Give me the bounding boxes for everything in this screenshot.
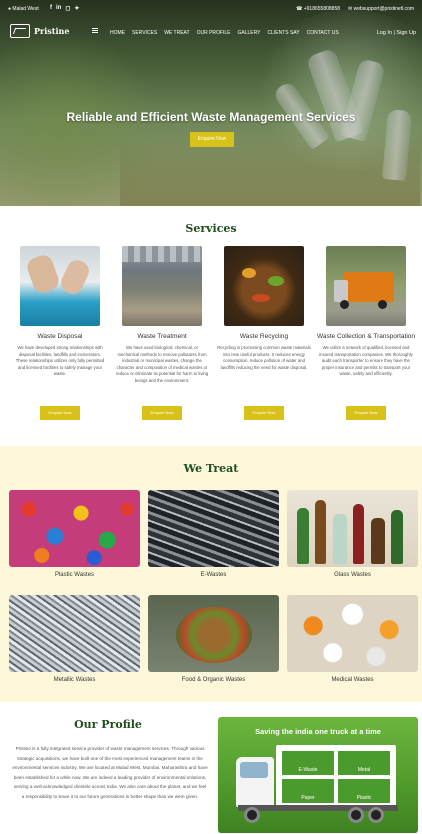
- waste-recycling-image: [224, 246, 304, 326]
- banner-caption: Saving the india one truck at a time: [255, 727, 381, 736]
- truck-wheel-shape: [244, 807, 260, 823]
- social-links: f in ◻ ✦: [50, 5, 79, 12]
- service-name: Waste Recycling: [239, 333, 289, 340]
- truck-label-ewaste: E-Waste: [282, 751, 334, 775]
- treat-item[interactable]: Medical Wastes: [287, 595, 418, 683]
- phone-link[interactable]: ☎ +918655808858: [296, 6, 340, 12]
- treat-label: Metallic Wastes: [53, 677, 96, 683]
- service-description: We have developed strong relationships w…: [15, 345, 105, 376]
- top-bar: ● Malad West f in ◻ ✦ ☎ +918655808858 ✉ …: [0, 0, 422, 18]
- treat-item[interactable]: Plastic Wastes: [9, 490, 140, 578]
- profile-title: Our Profile: [74, 718, 142, 731]
- service-description: We utilize a network of qualified, licen…: [319, 345, 413, 376]
- treat-label: Medical Wastes: [331, 677, 374, 683]
- profile-description: Pristine is a fully integrated service p…: [12, 746, 208, 799]
- waste-treatment-image: [122, 246, 202, 326]
- logo[interactable]: Pristine: [10, 24, 69, 38]
- nav-item-services[interactable]: SERVICES: [132, 30, 157, 36]
- glass-wastes-image: [287, 490, 418, 567]
- service-description: We have used biological, chemical, or me…: [115, 345, 209, 383]
- location-text: Malad West: [12, 6, 39, 12]
- treat-item[interactable]: E-Wastes: [148, 490, 279, 578]
- treat-item[interactable]: Metallic Wastes: [9, 595, 140, 683]
- service-name: Waste Disposal: [37, 333, 83, 340]
- nav-item-home[interactable]: HOME: [110, 30, 125, 36]
- hero-banner: ● Malad West f in ◻ ✦ ☎ +918655808858 ✉ …: [0, 0, 422, 206]
- service-card: Waste Collection & Transportation We uti…: [316, 246, 416, 378]
- nav-item-we-treat[interactable]: WE TREAT: [164, 30, 189, 36]
- waste-collection-image: [326, 246, 406, 326]
- truck-label-paper: Paper: [282, 779, 334, 803]
- nav-item-gallery[interactable]: GALLERY: [237, 30, 260, 36]
- truck-wheel-shape: [368, 807, 384, 823]
- service-card: Waste Recycling Recycling is processing …: [214, 246, 314, 371]
- nav-menu: HOME SERVICES WE TREAT OUR PROFILE GALLE…: [110, 30, 339, 36]
- we-treat-title: We Treat: [183, 462, 239, 475]
- phone-text: +918655808858: [303, 6, 341, 12]
- contact-info: ☎ +918655808858 ✉ websupport@pristinetl.…: [296, 6, 414, 12]
- linkedin-icon[interactable]: in: [56, 5, 61, 12]
- service-card: Waste Disposal We have developed strong …: [10, 246, 110, 378]
- truck-cab-shape: [236, 757, 274, 807]
- location-pin-icon: ●: [8, 6, 12, 12]
- service-enquire-button[interactable]: Enquire Now: [40, 406, 80, 420]
- service-card: Waste Treatment We have used biological,…: [112, 246, 212, 384]
- profile-section: Our Profile Pristine is a fully integrat…: [0, 702, 422, 834]
- service-enquire-button[interactable]: Enquire Now: [346, 406, 386, 420]
- instagram-icon[interactable]: ◻: [65, 5, 70, 12]
- truck-body-shape: E-Waste Metal Paper Plastic: [276, 745, 396, 807]
- hamburger-menu-icon[interactable]: [92, 28, 98, 33]
- e-wastes-image: [148, 490, 279, 567]
- waste-disposal-image: [20, 246, 100, 326]
- location-info: ● Malad West: [8, 6, 39, 12]
- truck-label-metal: Metal: [338, 751, 390, 775]
- truck-banner: Saving the india one truck at a time E-W…: [218, 717, 418, 833]
- service-enquire-button[interactable]: Enquire Now: [142, 406, 182, 420]
- treat-label: Glass Wastes: [334, 572, 371, 578]
- nav-item-contact-us[interactable]: CONTACT US: [307, 30, 339, 36]
- treat-label: E-Wastes: [200, 572, 227, 578]
- facebook-icon[interactable]: f: [50, 5, 52, 12]
- treat-item[interactable]: Food & Organic Wastes: [148, 595, 279, 683]
- nav-item-our-profile[interactable]: OUR PROFILE: [197, 30, 231, 36]
- nav-item-clients-say[interactable]: CLIENTS SAY: [267, 30, 299, 36]
- twitter-icon[interactable]: ✦: [74, 5, 79, 12]
- service-name: Waste Collection & Transportation: [316, 333, 416, 340]
- services-section: Services Waste Disposal We have develope…: [0, 206, 422, 446]
- plastic-wastes-image: [9, 490, 140, 567]
- truck-label-plastic: Plastic: [338, 779, 390, 803]
- logo-mark-icon: [10, 24, 30, 38]
- food-organic-wastes-image: [148, 595, 279, 672]
- we-treat-section: We Treat Plastic Wastes E-Wastes Glass W…: [0, 446, 422, 702]
- metallic-wastes-image: [9, 595, 140, 672]
- main-nav: Pristine HOME SERVICES WE TREAT OUR PROF…: [0, 18, 422, 48]
- hero-enquire-button[interactable]: Enquire Now: [190, 132, 234, 147]
- services-title: Services: [185, 222, 237, 235]
- service-name: Waste Treatment: [137, 333, 187, 340]
- service-enquire-button[interactable]: Enquire Now: [244, 406, 284, 420]
- email-link[interactable]: ✉ websupport@pristinetl.com: [348, 6, 414, 12]
- medical-wastes-image: [287, 595, 418, 672]
- hero-title: Reliable and Efficient Waste Management …: [66, 110, 356, 124]
- treat-label: Food & Organic Wastes: [181, 677, 246, 683]
- truck-wheel-shape: [348, 807, 364, 823]
- treat-label: Plastic Wastes: [54, 572, 95, 578]
- service-description: Recycling is processing common waste mat…: [217, 345, 311, 370]
- logo-text: Pristine: [34, 26, 70, 36]
- treat-item[interactable]: Glass Wastes: [287, 490, 418, 578]
- login-signup-link[interactable]: Log In | Sign Up: [377, 30, 416, 36]
- email-text: websupport@pristinetl.com: [353, 6, 414, 12]
